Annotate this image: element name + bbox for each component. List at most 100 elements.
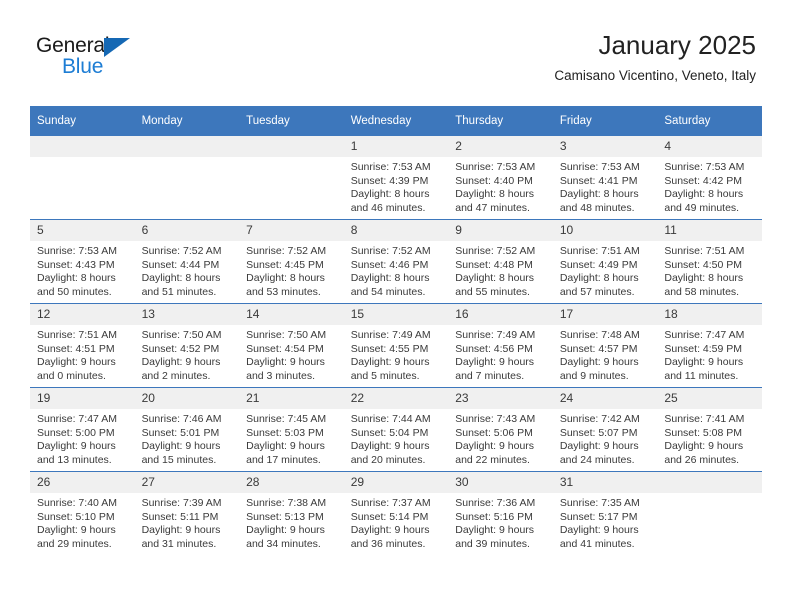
calendar-day-cell[interactable]: 18 Sunrise: 7:47 AM Sunset: 4:59 PM Dayligh… [657, 303, 762, 388]
sunrise-text: Sunrise: 7:49 AM [350, 329, 431, 341]
calendar-day-cell[interactable]: 16 Sunrise: 7:49 AM Sunset: 4:56 PM Dayligh… [448, 303, 553, 388]
day-number: 12 [30, 304, 135, 325]
daylight-text-line2: and 15 minutes. [141, 453, 217, 466]
calendar-day-cell[interactable]: 31 Sunrise: 7:35 AM Sunset: 5:17 PM Dayligh… [552, 471, 658, 555]
sunrise-text: Sunrise: 7:50 AM [246, 329, 327, 341]
daylight-text-line2: and 13 minutes. [37, 453, 112, 466]
sunset-text: Sunset: 5:03 PM [246, 426, 324, 439]
calendar-header-row: Sunday Monday Tuesday Wednesday Thursday… [30, 106, 762, 136]
sunset-text: Sunset: 5:08 PM [664, 426, 743, 439]
calendar-day-cell[interactable]: 28 Sunrise: 7:38 AM Sunset: 5:13 PM Dayligh… [239, 471, 344, 555]
day-number: 3 [552, 136, 658, 157]
day-details: Sunrise: 7:50 AM Sunset: 4:52 PM Daylight:… [135, 325, 240, 383]
sunset-text: Sunset: 5:01 PM [141, 426, 220, 439]
sunset-text: Sunset: 4:39 PM [350, 174, 429, 187]
daylight-text-line2: and 7 minutes. [455, 369, 525, 382]
calendar-day-cell[interactable]: 7 Sunrise: 7:52 AM Sunset: 4:45 PM Daylight… [239, 219, 344, 304]
sunrise-text: Sunrise: 7:52 AM [350, 245, 431, 257]
sunset-text: Sunset: 4:59 PM [664, 342, 743, 355]
calendar-day-cell[interactable]: 27 Sunrise: 7:39 AM Sunset: 5:11 PM Dayligh… [134, 471, 240, 555]
daylight-text-line2: and 41 minutes. [559, 537, 635, 550]
calendar-day-cell[interactable]: 29 Sunrise: 7:37 AM Sunset: 5:14 PM Dayligh… [343, 471, 449, 555]
weekday-header-monday: Monday [134, 106, 240, 136]
day-details: Sunrise: 7:39 AM Sunset: 5:11 PM Daylight:… [135, 493, 240, 551]
day-number: 4 [657, 136, 762, 157]
daylight-text-line1: Daylight: 9 hours [37, 524, 116, 537]
weekday-header-tuesday: Tuesday [239, 106, 344, 136]
calendar-day-cell[interactable]: 9 Sunrise: 7:52 AM Sunset: 4:48 PM Daylight… [448, 219, 553, 304]
calendar-day-cell-empty [239, 135, 344, 220]
calendar-day-cell[interactable]: 26 Sunrise: 7:40 AM Sunset: 5:10 PM Dayligh… [30, 471, 135, 555]
sunrise-text: Sunrise: 7:47 AM [664, 329, 745, 341]
calendar-day-cell[interactable]: 5 Sunrise: 7:53 AM Sunset: 4:43 PM Daylight… [30, 219, 135, 304]
daylight-text-line1: Daylight: 9 hours [141, 524, 221, 537]
weekday-header-wednesday: Wednesday [343, 106, 449, 136]
daylight-text-line1: Daylight: 9 hours [350, 356, 430, 369]
calendar-day-cell[interactable]: 19 Sunrise: 7:47 AM Sunset: 5:00 PM Dayligh… [30, 387, 135, 472]
daylight-text-line1: Daylight: 8 hours [559, 272, 639, 285]
day-details: Sunrise: 7:47 AM Sunset: 4:59 PM Daylight:… [657, 325, 762, 383]
calendar-day-cell[interactable]: 11 Sunrise: 7:51 AM Sunset: 4:50 PM Dayligh… [657, 219, 762, 304]
day-number: 15 [343, 304, 449, 325]
calendar-day-cell[interactable]: 10 Sunrise: 7:51 AM Sunset: 4:49 PM Dayligh… [552, 219, 658, 304]
calendar-week-row: 19 Sunrise: 7:47 AM Sunset: 5:00 PM Dayligh… [30, 387, 762, 472]
daylight-text-line1: Daylight: 8 hours [664, 188, 744, 201]
daylight-text-line2: and 36 minutes. [350, 537, 426, 550]
day-number: 30 [448, 472, 553, 493]
calendar-day-cell[interactable]: 14 Sunrise: 7:50 AM Sunset: 4:54 PM Dayligh… [239, 303, 344, 388]
calendar-day-cell[interactable]: 23 Sunrise: 7:43 AM Sunset: 5:06 PM Dayligh… [448, 387, 553, 472]
daylight-text-line2: and 20 minutes. [350, 453, 426, 466]
day-number: 28 [239, 472, 344, 493]
calendar-day-cell[interactable]: 12 Sunrise: 7:51 AM Sunset: 4:51 PM Dayligh… [30, 303, 135, 388]
daylight-text-line2: and 31 minutes. [141, 537, 217, 550]
day-number: 29 [343, 472, 449, 493]
calendar-day-cell[interactable]: 30 Sunrise: 7:36 AM Sunset: 5:16 PM Dayligh… [448, 471, 553, 555]
daylight-text-line1: Daylight: 8 hours [455, 272, 535, 285]
calendar-day-cell[interactable]: 24 Sunrise: 7:42 AM Sunset: 5:07 PM Dayligh… [552, 387, 658, 472]
sunrise-text: Sunrise: 7:53 AM [37, 245, 117, 257]
daylight-text-line1: Daylight: 8 hours [246, 272, 325, 285]
calendar-day-cell[interactable]: 4 Sunrise: 7:53 AM Sunset: 4:42 PM Daylight… [657, 135, 762, 220]
daylight-text-line1: Daylight: 9 hours [455, 440, 535, 453]
calendar-day-cell[interactable]: 17 Sunrise: 7:48 AM Sunset: 4:57 PM Dayligh… [552, 303, 658, 388]
day-number: 18 [657, 304, 762, 325]
daylight-text-line1: Daylight: 8 hours [37, 272, 116, 285]
weekday-header-sunday: Sunday [30, 106, 135, 136]
daylight-text-line1: Daylight: 8 hours [664, 272, 744, 285]
calendar-day-cell[interactable]: 21 Sunrise: 7:45 AM Sunset: 5:03 PM Dayligh… [239, 387, 344, 472]
day-details: Sunrise: 7:45 AM Sunset: 5:03 PM Daylight:… [239, 409, 344, 467]
calendar-day-cell[interactable]: 25 Sunrise: 7:41 AM Sunset: 5:08 PM Dayligh… [657, 387, 762, 472]
day-number: 9 [448, 220, 553, 241]
sunrise-text: Sunrise: 7:51 AM [664, 245, 745, 257]
sunrise-text: Sunrise: 7:50 AM [141, 329, 222, 341]
calendar-day-cell[interactable]: 15 Sunrise: 7:49 AM Sunset: 4:55 PM Dayligh… [343, 303, 449, 388]
daylight-text-line2: and 5 minutes. [350, 369, 420, 382]
daylight-text-line2: and 11 minutes. [664, 369, 739, 382]
day-details: Sunrise: 7:37 AM Sunset: 5:14 PM Daylight:… [344, 493, 449, 551]
daylight-text-line2: and 34 minutes. [246, 537, 321, 550]
calendar-day-cell[interactable]: 22 Sunrise: 7:44 AM Sunset: 5:04 PM Dayligh… [343, 387, 449, 472]
day-details: Sunrise: 7:35 AM Sunset: 5:17 PM Daylight:… [553, 493, 658, 551]
calendar-day-cell[interactable]: 13 Sunrise: 7:50 AM Sunset: 4:52 PM Dayligh… [134, 303, 240, 388]
daylight-text-line1: Daylight: 9 hours [664, 440, 744, 453]
daylight-text-line2: and 47 minutes. [455, 201, 530, 214]
daylight-text-line1: Daylight: 8 hours [141, 272, 221, 285]
calendar-day-cell[interactable]: 1 Sunrise: 7:53 AM Sunset: 4:39 PM Daylight… [343, 135, 449, 220]
day-details: Sunrise: 7:52 AM Sunset: 4:45 PM Daylight:… [239, 241, 344, 299]
day-number: 11 [657, 220, 762, 241]
day-details: Sunrise: 7:44 AM Sunset: 5:04 PM Daylight:… [344, 409, 449, 467]
calendar-day-cell[interactable]: 8 Sunrise: 7:52 AM Sunset: 4:46 PM Daylight… [343, 219, 449, 304]
calendar-day-cell[interactable]: 6 Sunrise: 7:52 AM Sunset: 4:44 PM Daylight… [134, 219, 240, 304]
sunrise-text: Sunrise: 7:53 AM [350, 161, 431, 173]
sunrise-text: Sunrise: 7:52 AM [246, 245, 327, 257]
day-number: 7 [239, 220, 344, 241]
calendar-day-cell[interactable]: 20 Sunrise: 7:46 AM Sunset: 5:01 PM Dayligh… [134, 387, 240, 472]
daylight-text-line1: Daylight: 8 hours [350, 272, 430, 285]
calendar-day-cell[interactable]: 2 Sunrise: 7:53 AM Sunset: 4:40 PM Daylight… [448, 135, 553, 220]
sunset-text: Sunset: 4:55 PM [350, 342, 429, 355]
sunset-text: Sunset: 5:00 PM [37, 426, 115, 439]
calendar-day-cell[interactable]: 3 Sunrise: 7:53 AM Sunset: 4:41 PM Daylight… [552, 135, 658, 220]
sunrise-text: Sunrise: 7:48 AM [559, 329, 640, 341]
day-number: 21 [239, 388, 344, 409]
day-details: Sunrise: 7:36 AM Sunset: 5:16 PM Daylight:… [448, 493, 553, 551]
